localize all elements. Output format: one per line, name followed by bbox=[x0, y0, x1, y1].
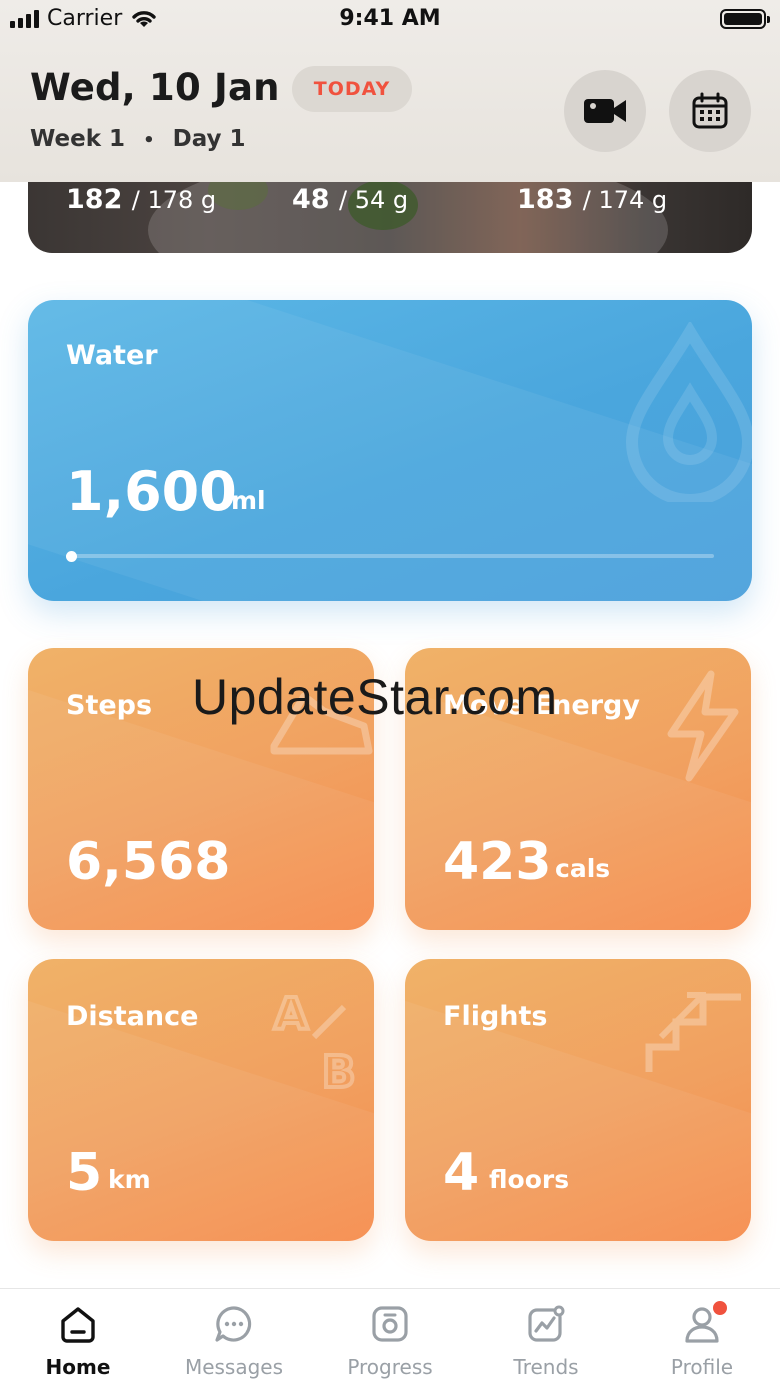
tab-bar: Home Messages Progress Trends Profile bbox=[0, 1288, 780, 1387]
water-value: 1,600 bbox=[66, 460, 237, 523]
clock: 9:41 AM bbox=[339, 6, 441, 31]
calendar-button[interactable] bbox=[669, 70, 751, 152]
water-unit: ml bbox=[231, 486, 266, 515]
tab-home[interactable]: Home bbox=[0, 1289, 156, 1387]
flights-unit: floors bbox=[489, 1165, 570, 1194]
video-camera-icon bbox=[584, 99, 626, 123]
tab-trends[interactable]: Trends bbox=[468, 1289, 624, 1387]
tab-messages-label: Messages bbox=[184, 1355, 284, 1379]
water-progress-track[interactable] bbox=[66, 554, 714, 558]
tab-messages[interactable]: Messages bbox=[156, 1289, 312, 1387]
distance-value: 5 bbox=[66, 1143, 103, 1203]
status-bar: Carrier 9:41 AM bbox=[0, 0, 780, 40]
move-energy-unit: cals bbox=[555, 854, 611, 883]
camera-icon bbox=[372, 1306, 408, 1342]
water-drop-icon bbox=[625, 322, 752, 502]
video-button[interactable] bbox=[564, 70, 646, 152]
today-button[interactable]: TODAY bbox=[292, 66, 412, 112]
tab-profile-label: Profile bbox=[670, 1355, 734, 1379]
header: Carrier 9:41 AM Wed, 10 Jan TODAY Week 1… bbox=[0, 0, 780, 182]
calendar-icon bbox=[692, 92, 728, 129]
svg-text:A: A bbox=[274, 989, 308, 1040]
water-card[interactable]: Water 1,600 ml bbox=[28, 300, 752, 601]
tab-progress[interactable]: Progress bbox=[312, 1289, 468, 1387]
chat-bubble-icon bbox=[215, 1306, 252, 1342]
tab-trends-label: Trends bbox=[513, 1355, 579, 1379]
distance-card[interactable]: A B Distance 5 km bbox=[28, 959, 374, 1241]
distance-unit: km bbox=[108, 1165, 151, 1194]
flights-label: Flights bbox=[443, 1001, 548, 1032]
trend-chart-icon bbox=[528, 1305, 565, 1342]
distance-label: Distance bbox=[66, 1001, 199, 1032]
steps-label: Steps bbox=[66, 690, 153, 721]
battery-icon bbox=[720, 9, 770, 29]
tab-progress-label: Progress bbox=[347, 1355, 433, 1379]
water-progress-handle[interactable] bbox=[66, 551, 77, 562]
stairs-icon bbox=[645, 992, 741, 1072]
week-day-label: Week 1 • Day 1 bbox=[30, 126, 246, 152]
macro-fat: 48 / 54 g bbox=[292, 184, 409, 215]
home-icon bbox=[61, 1307, 95, 1343]
macro-protein: 182 / 178 g bbox=[66, 184, 217, 215]
page-title: Wed, 10 Jan bbox=[30, 66, 280, 109]
flights-value: 4 bbox=[443, 1143, 480, 1203]
route-a-to-b-icon: A B bbox=[272, 987, 358, 1097]
notification-dot bbox=[711, 1299, 729, 1317]
flights-card[interactable]: Flights 4 floors bbox=[405, 959, 751, 1241]
tab-home-label: Home bbox=[45, 1355, 111, 1379]
svg-text:B: B bbox=[322, 1047, 356, 1097]
move-energy-value: 423 bbox=[443, 832, 552, 892]
macro-carbs: 183 / 174 g bbox=[517, 184, 668, 215]
tab-profile[interactable]: Profile bbox=[624, 1289, 780, 1387]
steps-value: 6,568 bbox=[66, 832, 231, 892]
water-label: Water bbox=[66, 340, 158, 371]
lightning-icon bbox=[667, 670, 739, 782]
watermark: UpdateStar.com bbox=[192, 669, 558, 725]
